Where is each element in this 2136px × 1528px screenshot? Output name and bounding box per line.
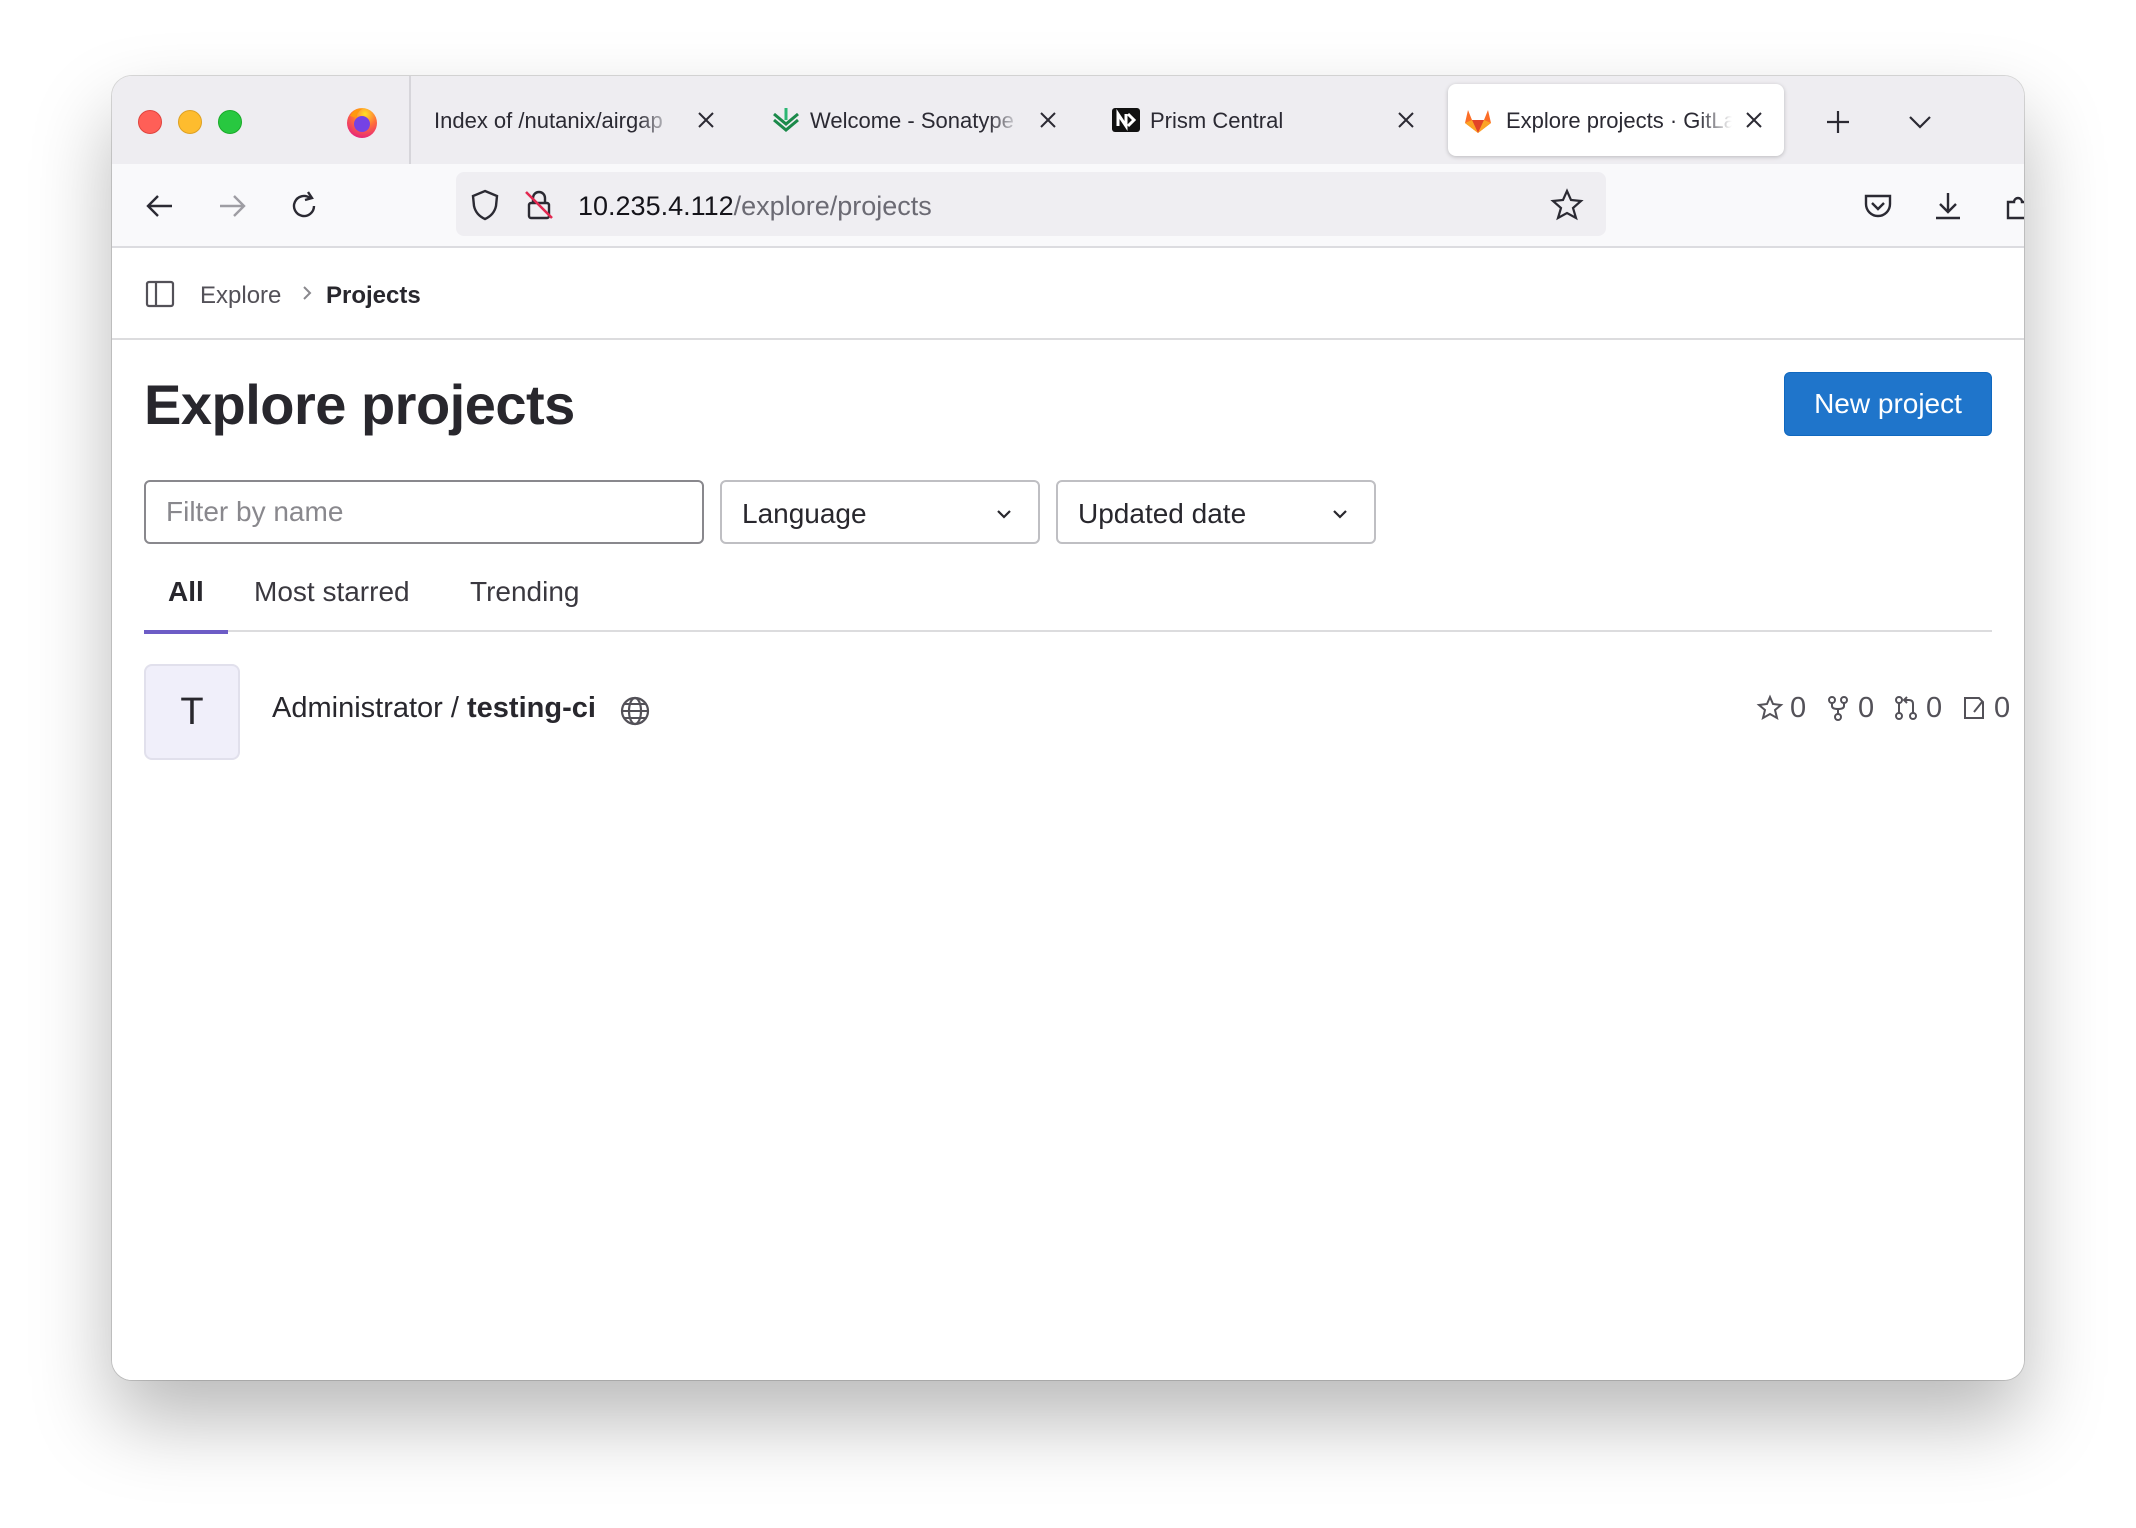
sonatype-icon bbox=[773, 108, 799, 132]
chevron-down-icon bbox=[1909, 116, 1931, 129]
url-path: /explore/projects bbox=[733, 191, 932, 221]
forks-count[interactable]: 0 bbox=[1824, 690, 1874, 726]
reload-button[interactable] bbox=[282, 184, 326, 228]
gitlab-icon bbox=[1465, 110, 1491, 133]
issues-value: 0 bbox=[1994, 691, 2011, 724]
filter-by-name-input[interactable] bbox=[144, 480, 704, 544]
url-text[interactable]: 10.235.4.112/explore/projects bbox=[578, 191, 932, 222]
breadcrumb-explore-link[interactable]: Explore bbox=[200, 282, 281, 310]
tab-most-starred[interactable]: Most starred bbox=[254, 568, 410, 632]
download-icon bbox=[1936, 193, 1960, 220]
project-list-item[interactable]: T Administrator / testing-ci 0 0 0 0 bbox=[144, 664, 2010, 760]
stars-count[interactable]: 0 bbox=[1756, 690, 1806, 726]
zoom-window-button[interactable] bbox=[218, 110, 242, 134]
sort-dropdown[interactable]: Updated date bbox=[1056, 480, 1376, 544]
bookmark-star-icon[interactable] bbox=[1550, 188, 1584, 222]
tab-separator bbox=[409, 76, 411, 164]
breadcrumb-projects-link[interactable]: Projects bbox=[326, 282, 421, 310]
project-avatar[interactable]: T bbox=[144, 664, 240, 760]
project-namespace: Administrator / bbox=[272, 692, 459, 724]
tab-title: Index of /nutanix/airgap bbox=[434, 108, 663, 133]
navigation-toolbar: 10.235.4.112/explore/projects bbox=[112, 164, 2024, 248]
arrow-left-icon bbox=[146, 195, 172, 217]
close-tab-icon[interactable] bbox=[1390, 104, 1422, 136]
pocket-button[interactable] bbox=[1856, 184, 1900, 228]
stars-value: 0 bbox=[1790, 691, 1807, 724]
tab-prism-central[interactable]: Prism Central bbox=[1102, 84, 1432, 156]
gitlab-page: Explore Projects Explore projects New pr… bbox=[112, 248, 2024, 1380]
close-tab-icon[interactable] bbox=[690, 104, 722, 136]
chevron-down-icon bbox=[1333, 510, 1347, 519]
breadcrumb: Explore Projects bbox=[112, 248, 2024, 340]
close-tab-icon[interactable] bbox=[1738, 104, 1770, 136]
address-bar[interactable]: 10.235.4.112/explore/projects bbox=[456, 172, 1606, 236]
star-icon bbox=[1756, 694, 1784, 721]
close-tab-icon[interactable] bbox=[1032, 104, 1064, 136]
close-window-button[interactable] bbox=[138, 110, 162, 134]
plus-icon bbox=[1827, 111, 1849, 133]
chevron-down-icon bbox=[997, 510, 1011, 519]
tab-title: Welcome - Sonatype Nexus bbox=[810, 108, 1020, 133]
new-project-button[interactable]: New project bbox=[1784, 372, 1992, 436]
arrow-right-icon bbox=[220, 195, 246, 217]
nutanix-icon bbox=[1112, 108, 1140, 132]
language-dropdown[interactable]: Language bbox=[720, 480, 1040, 544]
issues-count[interactable]: 0 bbox=[1960, 690, 2010, 726]
globe-icon bbox=[620, 696, 650, 726]
forward-button[interactable] bbox=[210, 184, 254, 228]
tab-gitlab-explore[interactable]: Explore projects · GitLab bbox=[1448, 84, 1784, 156]
language-dropdown-label: Language bbox=[742, 498, 867, 529]
browser-window: Index of /nutanix/airgap Welcome - Sonat… bbox=[112, 76, 2024, 1380]
chevron-right-icon bbox=[303, 286, 312, 300]
list-all-tabs-button[interactable] bbox=[1900, 102, 1940, 142]
url-host: 10.235.4.112 bbox=[578, 191, 734, 221]
tab-title: Prism Central bbox=[1150, 108, 1284, 133]
tab-strip: Index of /nutanix/airgap Welcome - Sonat… bbox=[112, 76, 2024, 164]
back-button[interactable] bbox=[138, 184, 182, 228]
page-title: Explore projects bbox=[144, 373, 575, 436]
shield-icon[interactable] bbox=[468, 188, 502, 222]
forks-value: 0 bbox=[1858, 691, 1875, 724]
issue-icon bbox=[1964, 697, 1984, 719]
tab-sonatype[interactable]: Welcome - Sonatype Nexus bbox=[762, 84, 1072, 156]
tab-trending[interactable]: Trending bbox=[470, 568, 579, 632]
extensions-button[interactable] bbox=[1996, 184, 2024, 228]
pocket-icon bbox=[1864, 194, 1892, 218]
downloads-button[interactable] bbox=[1926, 184, 1970, 228]
project-name: testing-ci bbox=[467, 692, 596, 724]
project-title-link[interactable]: Administrator / testing-ci bbox=[272, 692, 596, 725]
firefox-icon[interactable] bbox=[344, 104, 380, 140]
insecure-lock-icon[interactable] bbox=[522, 188, 556, 222]
tab-index-of-airgap[interactable]: Index of /nutanix/airgap bbox=[422, 84, 732, 156]
sort-dropdown-label: Updated date bbox=[1078, 498, 1247, 529]
fork-icon bbox=[1828, 696, 1848, 721]
reload-icon bbox=[292, 191, 316, 218]
merge-requests-value: 0 bbox=[1926, 691, 1943, 724]
merge-request-icon bbox=[1895, 696, 1917, 720]
sidebar-toggle-icon[interactable] bbox=[144, 278, 176, 310]
merge-requests-count[interactable]: 0 bbox=[1892, 690, 1942, 726]
puzzle-icon bbox=[2006, 196, 2024, 220]
project-filter-tabs: All Most starred Trending bbox=[144, 568, 1992, 634]
tab-title: Explore projects · GitLab bbox=[1506, 108, 1732, 133]
new-tab-button[interactable] bbox=[1818, 102, 1858, 142]
tab-all[interactable]: All bbox=[144, 568, 228, 634]
minimize-window-button[interactable] bbox=[178, 110, 202, 134]
